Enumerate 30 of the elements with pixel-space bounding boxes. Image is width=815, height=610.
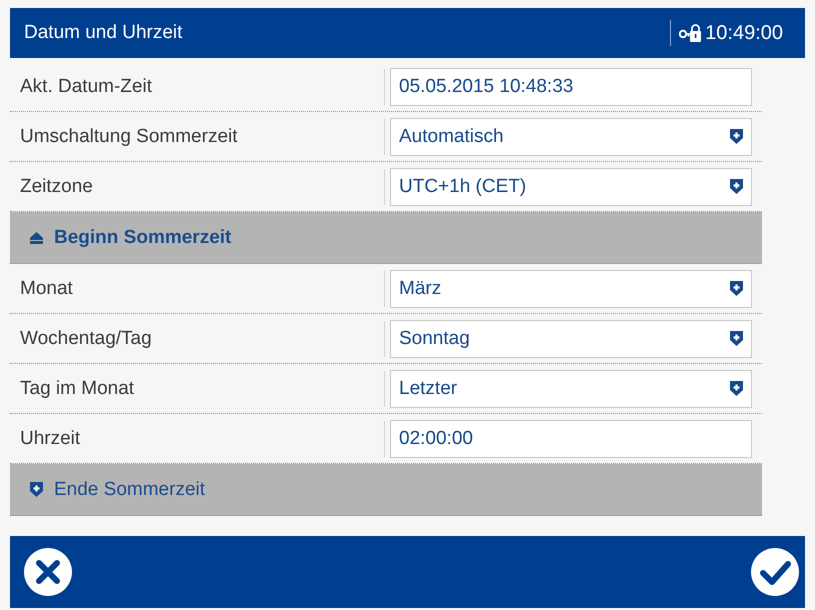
input-field[interactable]: 02:00:00 xyxy=(390,420,752,458)
expand-icon xyxy=(730,381,743,396)
expand-icon xyxy=(730,281,743,296)
confirm-button[interactable] xyxy=(751,548,799,596)
expand-icon xyxy=(730,331,743,346)
check-icon xyxy=(751,548,799,596)
field-label: Akt. Datum-Zeit xyxy=(19,76,153,98)
dropdown[interactable]: UTC+1h (CET) xyxy=(390,168,752,206)
expand-icon xyxy=(30,482,43,497)
field-label: Zeitzone xyxy=(19,176,94,198)
field-label: Tag im Monat xyxy=(19,378,136,400)
dropdown[interactable]: Letzter xyxy=(390,370,752,408)
window-title: Datum und Uhrzeit xyxy=(24,22,184,44)
field-label: Uhrzeit xyxy=(19,428,82,450)
section-header[interactable]: Beginn Sommerzeit xyxy=(10,212,762,264)
expand-icon xyxy=(730,179,743,194)
input-field[interactable]: 05.05.2015 10:48:33 xyxy=(390,68,752,106)
field-label: Wochentag/Tag xyxy=(19,328,153,350)
close-icon xyxy=(24,548,72,596)
clock-time: 10:49:00 xyxy=(705,22,783,44)
dropdown[interactable]: Sonntag xyxy=(390,320,752,358)
field-label: Monat xyxy=(19,278,74,300)
dropdown[interactable]: März xyxy=(390,270,752,308)
collapse-icon xyxy=(30,232,43,244)
cancel-button[interactable] xyxy=(24,548,72,596)
field-label: Umschaltung Sommerzeit xyxy=(19,126,239,148)
lock-icon xyxy=(679,24,702,42)
section-header[interactable]: Ende Sommerzeit xyxy=(10,464,762,516)
dropdown[interactable]: Automatisch xyxy=(390,118,752,156)
expand-icon xyxy=(730,129,743,144)
